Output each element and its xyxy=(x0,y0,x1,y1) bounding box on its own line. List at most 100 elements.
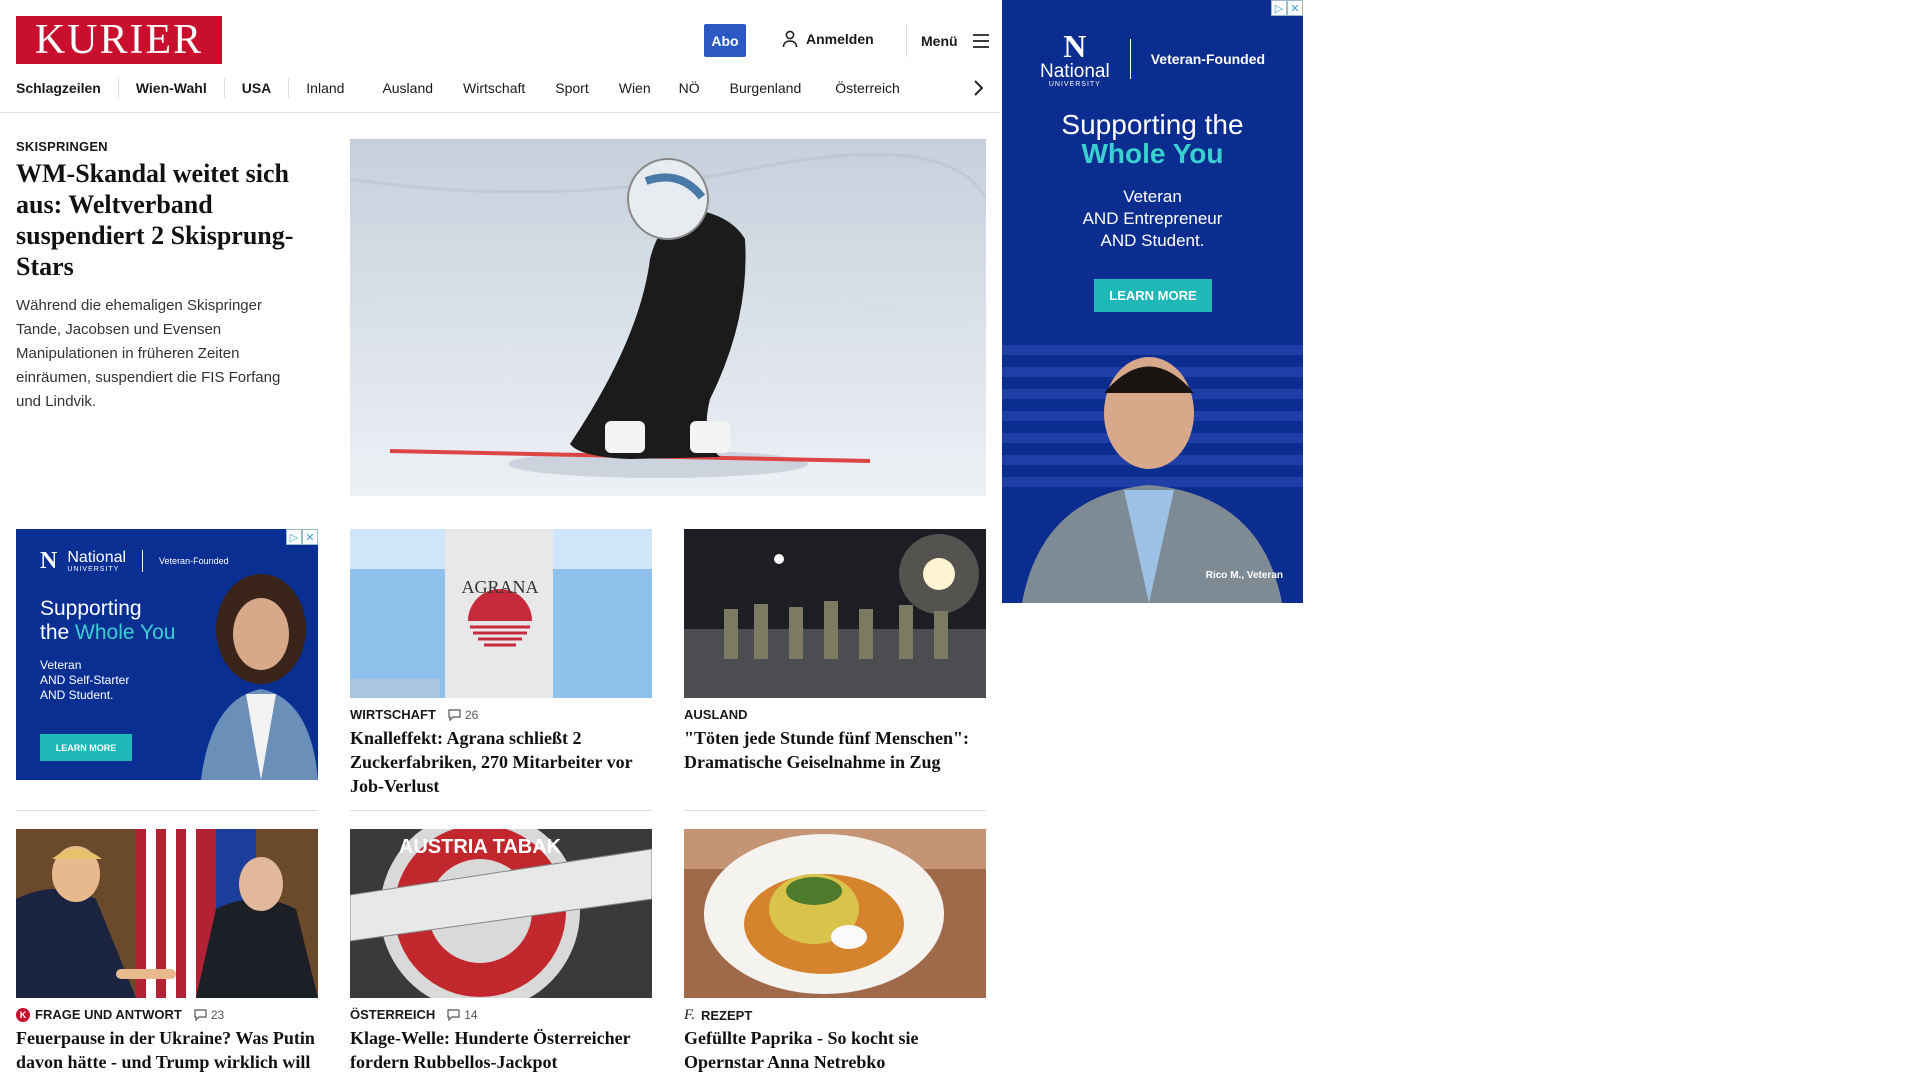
comment-count[interactable]: 26 xyxy=(448,708,478,722)
ad-learn-more-button[interactable]: LEARN MORE xyxy=(1094,279,1212,312)
ad-headline-2: Whole You xyxy=(1081,138,1224,169)
card-kicker[interactable]: AUSLAND xyxy=(684,707,748,722)
card-divider xyxy=(16,810,318,811)
nav-item-wien[interactable]: Wien xyxy=(619,78,679,98)
nav-item-wirtschaft[interactable]: Wirtschaft xyxy=(463,78,555,98)
card-title-geiselnahme[interactable]: "Töten jede Stunde fünf Menschen": Drama… xyxy=(684,726,986,774)
lead-image-ski-jumper[interactable] xyxy=(350,139,986,496)
lead-teaser[interactable]: Während die ehemaligen Skispringer Tande… xyxy=(16,294,306,414)
chevron-right-icon xyxy=(974,80,983,96)
agrana-text: AGRANA xyxy=(461,577,538,597)
card-meta-frage-antwort: K FRAGE UND ANTWORT 23 xyxy=(16,1007,224,1022)
user-icon xyxy=(782,30,798,48)
ad-line-1: Veteran xyxy=(40,658,82,672)
ad-woman-photo xyxy=(201,559,318,780)
comment-icon xyxy=(448,708,461,721)
nav-item-sport[interactable]: Sport xyxy=(555,78,618,98)
login-button[interactable]: Anmelden xyxy=(782,30,874,48)
hamburger-icon xyxy=(972,33,989,48)
comment-count[interactable]: 23 xyxy=(194,1008,224,1022)
nav-item-schlagzeilen[interactable]: Schlagzeilen xyxy=(16,78,119,98)
ad-logo: N National UNIVERSITY Veteran-Founded xyxy=(1040,30,1265,88)
comment-count-value: 26 xyxy=(464,707,479,722)
card-meta-rezept: f. REZEPT xyxy=(684,1007,752,1024)
kurier-logo[interactable]: KURIER xyxy=(16,16,222,64)
card-kicker[interactable]: FRAGE UND ANTWORT xyxy=(35,1007,182,1022)
nav-next-arrow[interactable] xyxy=(968,77,988,99)
card-image-austria-tabak[interactable]: AUSTRIA TABAK xyxy=(350,829,652,998)
ad-headline-2a: the xyxy=(40,621,76,644)
ad-caption: Rico M., Veteran xyxy=(1205,570,1283,581)
comment-count-value: 14 xyxy=(464,1007,478,1022)
card-divider xyxy=(350,810,652,811)
ad-close-icon[interactable]: ✕ xyxy=(1287,0,1303,16)
nav-item-usa[interactable]: USA xyxy=(225,78,290,98)
ad-line-2: AND Self-Starter xyxy=(40,673,130,687)
national-university-inline-ad[interactable]: ▷ ✕ N National UNIVERSITY Veteran-Founded… xyxy=(16,529,318,780)
card-meta-wirtschaft: WIRTSCHAFT 26 xyxy=(350,707,478,722)
card-kicker[interactable]: WIRTSCHAFT xyxy=(350,707,436,722)
nav-item-oesterreich[interactable]: Österreich xyxy=(835,78,924,98)
austria-tabak-text: AUSTRIA TABAK xyxy=(399,836,562,858)
lead-kicker[interactable]: SKISPRINGEN xyxy=(16,139,108,154)
abo-button[interactable]: Abo xyxy=(704,24,746,57)
card-kicker[interactable]: REZEPT xyxy=(701,1008,752,1023)
card-image-soldiers[interactable] xyxy=(684,529,986,698)
card-title-klage-welle[interactable]: Klage-Welle: Hunderte Österreicher forde… xyxy=(350,1026,652,1074)
recipe-f-icon: f. xyxy=(684,1007,695,1023)
card-kicker[interactable]: ÖSTERREICH xyxy=(350,1007,435,1022)
ad-learn-more-button[interactable]: LEARN MORE xyxy=(40,734,132,761)
nav-divider xyxy=(0,112,1000,113)
nav-item-inland[interactable]: Inland xyxy=(289,78,368,98)
card-title-feuerpause[interactable]: Feuerpause in der Ukraine? Was Putin dav… xyxy=(16,1026,318,1074)
ad-headline-2: the Whole You xyxy=(40,621,175,645)
ad-line-1: Veteran xyxy=(1123,187,1182,206)
menu-button[interactable]: Menü xyxy=(906,24,990,57)
ad-headline-2b: Whole You xyxy=(75,621,176,644)
ad-brand: National xyxy=(67,548,127,566)
ad-logo: N National UNIVERSITY Veteran-Founded xyxy=(40,549,229,573)
adchoices-icon[interactable]: ▷ xyxy=(1271,0,1287,16)
card-image-gefuellte-paprika[interactable] xyxy=(684,829,986,998)
ad-brand-sub: UNIVERSITY xyxy=(67,565,120,573)
ad-line-2: AND Entrepreneur xyxy=(1082,209,1223,228)
card-image-trump-putin[interactable] xyxy=(16,829,318,998)
ad-brand-sub: UNIVERSITY xyxy=(1048,81,1101,88)
login-label: Anmelden xyxy=(806,31,874,47)
nav-item-noe[interactable]: NÖ xyxy=(679,78,730,98)
ad-choices[interactable]: ▷ ✕ xyxy=(286,529,318,545)
ad-man-photo xyxy=(1002,345,1303,603)
nav-item-ausland[interactable]: Ausland xyxy=(368,78,463,98)
ad-line-3: AND Student. xyxy=(1100,231,1205,250)
nav-item-wien-wahl[interactable]: Wien-Wahl xyxy=(119,78,225,98)
ad-tagline: Veteran-Founded xyxy=(1150,51,1266,67)
card-title-agrana[interactable]: Knalleffekt: Agrana schließt 2 Zuckerfab… xyxy=(350,726,652,798)
card-meta-oesterreich: ÖSTERREICH 14 xyxy=(350,1007,478,1022)
comment-icon xyxy=(194,1008,207,1021)
national-university-side-ad[interactable]: ▷ ✕ N National UNIVERSITY Veteran-Founded… xyxy=(1002,0,1303,603)
ad-headline-1: Supporting the xyxy=(1061,109,1244,140)
nu-mark-icon: N xyxy=(40,548,58,574)
card-image-agrana[interactable]: AGRANA xyxy=(350,529,652,698)
comment-icon xyxy=(447,1008,460,1021)
nav-item-burgenland[interactable]: Burgenland xyxy=(730,78,836,98)
ad-choices[interactable]: ▷ ✕ xyxy=(1271,0,1303,16)
ad-brand: National xyxy=(1040,61,1110,82)
card-title-gefuellte-paprika[interactable]: Gefüllte Paprika - So kocht sie Opernsta… xyxy=(684,1026,986,1074)
ad-headline-1: Supporting xyxy=(40,597,142,620)
ad-tagline: Veteran-Founded xyxy=(159,556,229,566)
ad-line-3: AND Student. xyxy=(40,688,114,702)
ad-logo-divider xyxy=(1129,39,1131,79)
ad-logo-divider xyxy=(142,550,144,572)
comment-count-value: 23 xyxy=(210,1007,225,1022)
menu-label: Menü xyxy=(921,32,958,49)
ad-close-icon[interactable]: ✕ xyxy=(302,529,318,545)
adchoices-icon[interactable]: ▷ xyxy=(286,529,302,545)
kurier-plus-icon: K xyxy=(16,1007,30,1022)
card-meta-ausland: AUSLAND xyxy=(684,707,748,722)
nu-mark-icon: N xyxy=(1063,28,1087,64)
section-nav: Schlagzeilen Wien-Wahl USA Inland Auslan… xyxy=(16,77,996,99)
comment-count[interactable]: 14 xyxy=(447,1007,478,1022)
lead-title[interactable]: WM-Skandal weitet sich aus: Weltverband … xyxy=(16,158,316,282)
card-divider xyxy=(684,810,986,811)
